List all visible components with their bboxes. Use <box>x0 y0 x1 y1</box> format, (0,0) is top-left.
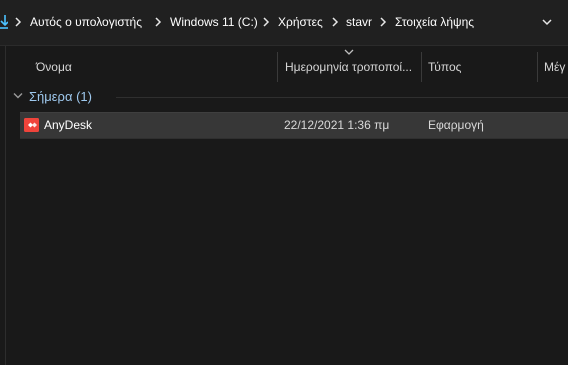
file-explorer-window: Αυτός ο υπολογιστής Windows 11 (C:) Χρήσ… <box>0 0 568 365</box>
chevron-right-icon[interactable] <box>153 16 163 28</box>
file-type: Εφαρμογή <box>428 118 484 132</box>
chevron-down-icon[interactable] <box>541 17 553 27</box>
address-bar[interactable]: Αυτός ο υπολογιστής Windows 11 (C:) Χρήσ… <box>0 0 568 46</box>
file-date-modified: 22/12/2021 1:36 πμ <box>284 118 390 132</box>
column-divider[interactable] <box>537 52 538 82</box>
chevron-right-icon[interactable] <box>261 16 271 28</box>
chevron-right-icon[interactable] <box>13 16 23 28</box>
breadcrumb-user[interactable]: stavr <box>346 14 372 30</box>
group-divider <box>116 97 568 98</box>
column-header-size[interactable]: Μέγ <box>544 59 565 75</box>
column-header-name[interactable]: Όνομα <box>36 59 72 75</box>
download-icon[interactable] <box>0 15 8 29</box>
group-title: Σήμερα (1) <box>29 89 92 104</box>
chevron-right-icon[interactable] <box>330 16 340 28</box>
column-header-type[interactable]: Τύπος <box>428 59 461 75</box>
chevron-right-icon[interactable] <box>378 16 388 28</box>
breadcrumb-this-pc[interactable]: Αυτός ο υπολογιστής <box>30 14 142 30</box>
breadcrumb-drive-c[interactable]: Windows 11 (C:) <box>170 14 258 30</box>
column-divider[interactable] <box>421 52 422 82</box>
column-header-date-modified[interactable]: Ημερομηνία τροποποί... <box>285 59 412 75</box>
breadcrumb-downloads[interactable]: Στοιχεία λήψης <box>395 14 474 30</box>
column-divider[interactable] <box>277 52 278 82</box>
group-header-today[interactable]: Σήμερα (1) <box>6 86 568 108</box>
sort-indicator-icon <box>344 49 354 55</box>
chevron-down-icon[interactable] <box>12 92 24 100</box>
anydesk-app-icon <box>24 118 39 132</box>
file-name: AnyDesk <box>44 118 93 132</box>
breadcrumb-users[interactable]: Χρήστες <box>278 14 323 30</box>
column-header-row: Όνομα Ημερομηνία τροποποί... Τύπος Μέγ <box>6 46 568 86</box>
file-row[interactable]: AnyDesk 22/12/2021 1:36 πμ Εφαρμογή <box>20 112 568 139</box>
